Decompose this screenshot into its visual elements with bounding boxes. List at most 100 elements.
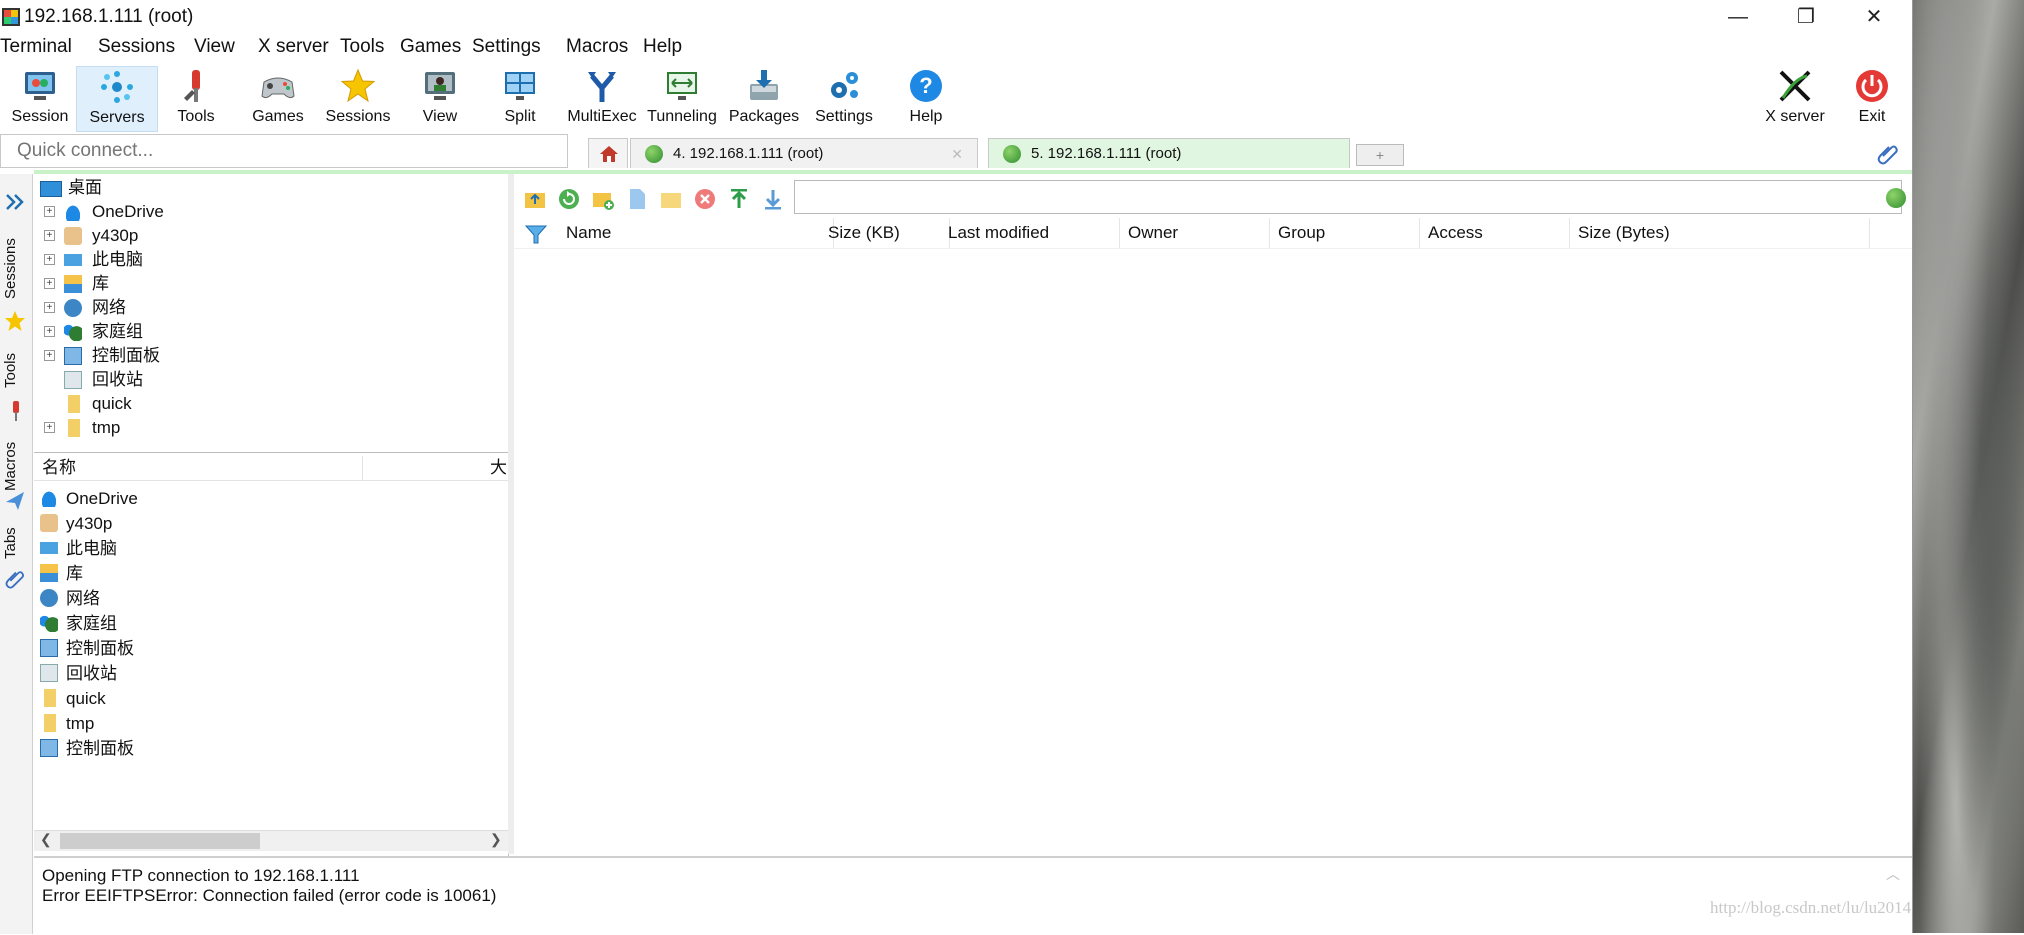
side-tab-tabs[interactable]: Tabs (2, 520, 30, 566)
tab-session-5-label: 5. 192.168.1.111 (root) (1031, 145, 1182, 162)
split-button[interactable]: Split (480, 66, 560, 130)
column-size[interactable]: 大 (490, 456, 507, 480)
x-server-button[interactable]: X server (1750, 66, 1840, 130)
control-panel-icon (64, 347, 82, 365)
expand-toggle[interactable]: + (44, 206, 55, 217)
scroll-thumb[interactable] (60, 833, 260, 849)
refresh-icon[interactable] (558, 188, 580, 210)
new-file-icon[interactable] (626, 188, 648, 210)
tab-session-4[interactable]: 4. 192.168.1.111 (root) ✕ (630, 138, 978, 168)
expand-toggle[interactable]: + (44, 422, 55, 433)
help-button[interactable]: ? Help (886, 66, 966, 130)
column-group[interactable]: Group (1270, 218, 1420, 248)
restore-button[interactable]: ❐ (1776, 0, 1836, 34)
upload-icon[interactable] (728, 188, 750, 210)
sessions-label: Sessions (325, 108, 391, 125)
horizontal-scrollbar[interactable]: ❮ ❯ (34, 830, 508, 851)
column-size-kb[interactable]: Size (KB) (820, 218, 950, 248)
side-tab-tools[interactable]: Tools (2, 342, 30, 398)
home-tab[interactable] (588, 138, 628, 168)
list-item-label: 家庭组 (66, 614, 117, 633)
column-name[interactable]: Name (558, 218, 834, 248)
tunneling-button[interactable]: Tunneling (642, 66, 722, 130)
expand-toggle[interactable]: + (44, 302, 55, 313)
tree-item-label: 网络 (92, 298, 126, 317)
tree-root-label: 桌面 (68, 178, 102, 197)
scroll-right-icon[interactable]: ❯ (490, 831, 502, 848)
expand-toggle[interactable]: + (44, 350, 55, 361)
close-button[interactable]: ✕ (1844, 0, 1904, 34)
folder-icon (44, 714, 56, 732)
servers-icon (101, 71, 133, 103)
menu-macros[interactable]: Macros (566, 36, 628, 58)
network-icon (40, 589, 58, 607)
remote-path-input[interactable] (794, 180, 1902, 214)
list-item-label: OneDrive (66, 489, 138, 508)
parent-folder-icon[interactable] (524, 188, 546, 210)
menu-x-server[interactable]: X server (258, 36, 329, 58)
menu-tools[interactable]: Tools (340, 36, 384, 58)
attach-icon[interactable] (1876, 142, 1900, 166)
minimize-button[interactable]: — (1708, 0, 1768, 34)
globe-icon (1886, 188, 1906, 208)
status-line: Opening FTP connection to 192.168.1.111 (42, 866, 360, 885)
menu-help[interactable]: Help (643, 36, 682, 58)
menu-games[interactable]: Games (400, 36, 461, 58)
svg-text:?: ? (919, 73, 932, 98)
list-item-label: tmp (66, 714, 95, 733)
menu-sessions[interactable]: Sessions (98, 36, 175, 58)
column-access[interactable]: Access (1420, 218, 1570, 248)
settings-label: Settings (815, 108, 873, 125)
expand-toggle[interactable]: + (44, 230, 55, 241)
sessions-button[interactable]: Sessions (318, 66, 398, 130)
control-panel-icon (40, 739, 58, 757)
exit-button[interactable]: Exit (1832, 66, 1912, 130)
tab-session-5[interactable]: 5. 192.168.1.111 (root) (988, 138, 1350, 168)
column-size-bytes[interactable]: Size (Bytes) (1570, 218, 1870, 248)
session-button[interactable]: Session (0, 66, 80, 130)
settings-button[interactable]: Settings (804, 66, 884, 130)
x-server-icon (1779, 70, 1811, 102)
network-icon (64, 299, 82, 317)
tools-icon (184, 70, 200, 102)
expand-toggle[interactable]: + (44, 326, 55, 337)
scroll-left-icon[interactable]: ❮ (40, 831, 52, 848)
new-tab-button[interactable]: + (1356, 144, 1404, 166)
homegroup-icon (64, 323, 82, 341)
column-name[interactable]: 名称 (42, 456, 363, 480)
expand-chevron-icon[interactable] (4, 192, 26, 212)
computer-icon (40, 542, 58, 554)
x-server-label: X server (1765, 108, 1825, 125)
column-owner[interactable]: Owner (1120, 218, 1270, 248)
multiexec-button[interactable]: MultiExec (562, 66, 642, 130)
scroll-up-icon[interactable]: ︿ (1886, 864, 1900, 884)
menu-terminal[interactable]: Terminal (0, 36, 72, 58)
list-item-label: y430p (66, 514, 113, 533)
menu-view[interactable]: View (194, 36, 235, 58)
menu-settings[interactable]: Settings (472, 36, 541, 58)
games-button[interactable]: Games (238, 66, 318, 130)
filter-icon[interactable] (524, 223, 548, 245)
multiexec-label: MultiExec (567, 108, 637, 125)
star-icon (5, 311, 25, 331)
tree-item-label: tmp (92, 418, 121, 437)
delete-icon[interactable] (694, 188, 716, 210)
folder-tree: 桌面 + OneDrive + y430p + 此电脑 + 库 + 网络 + 家… (34, 174, 509, 453)
user-folder-icon (64, 227, 82, 245)
new-folder-icon[interactable] (592, 188, 614, 210)
control-panel-icon (40, 639, 58, 657)
tools-button[interactable]: Tools (156, 66, 236, 130)
quick-connect-input[interactable] (15, 136, 559, 166)
expand-toggle[interactable]: + (44, 278, 55, 289)
packages-button[interactable]: Packages (724, 66, 804, 130)
tab-close-icon[interactable]: ✕ (951, 139, 963, 169)
homegroup-icon (40, 614, 58, 632)
column-last-modified[interactable]: Last modified (940, 218, 1120, 248)
servers-button[interactable]: Servers (76, 66, 158, 132)
folder-icon[interactable] (660, 188, 682, 210)
tree-item-label: 回收站 (92, 370, 143, 389)
view-button[interactable]: View (400, 66, 480, 130)
download-icon[interactable] (762, 188, 784, 210)
side-tab-sessions[interactable]: Sessions (2, 234, 30, 304)
expand-toggle[interactable]: + (44, 254, 55, 265)
